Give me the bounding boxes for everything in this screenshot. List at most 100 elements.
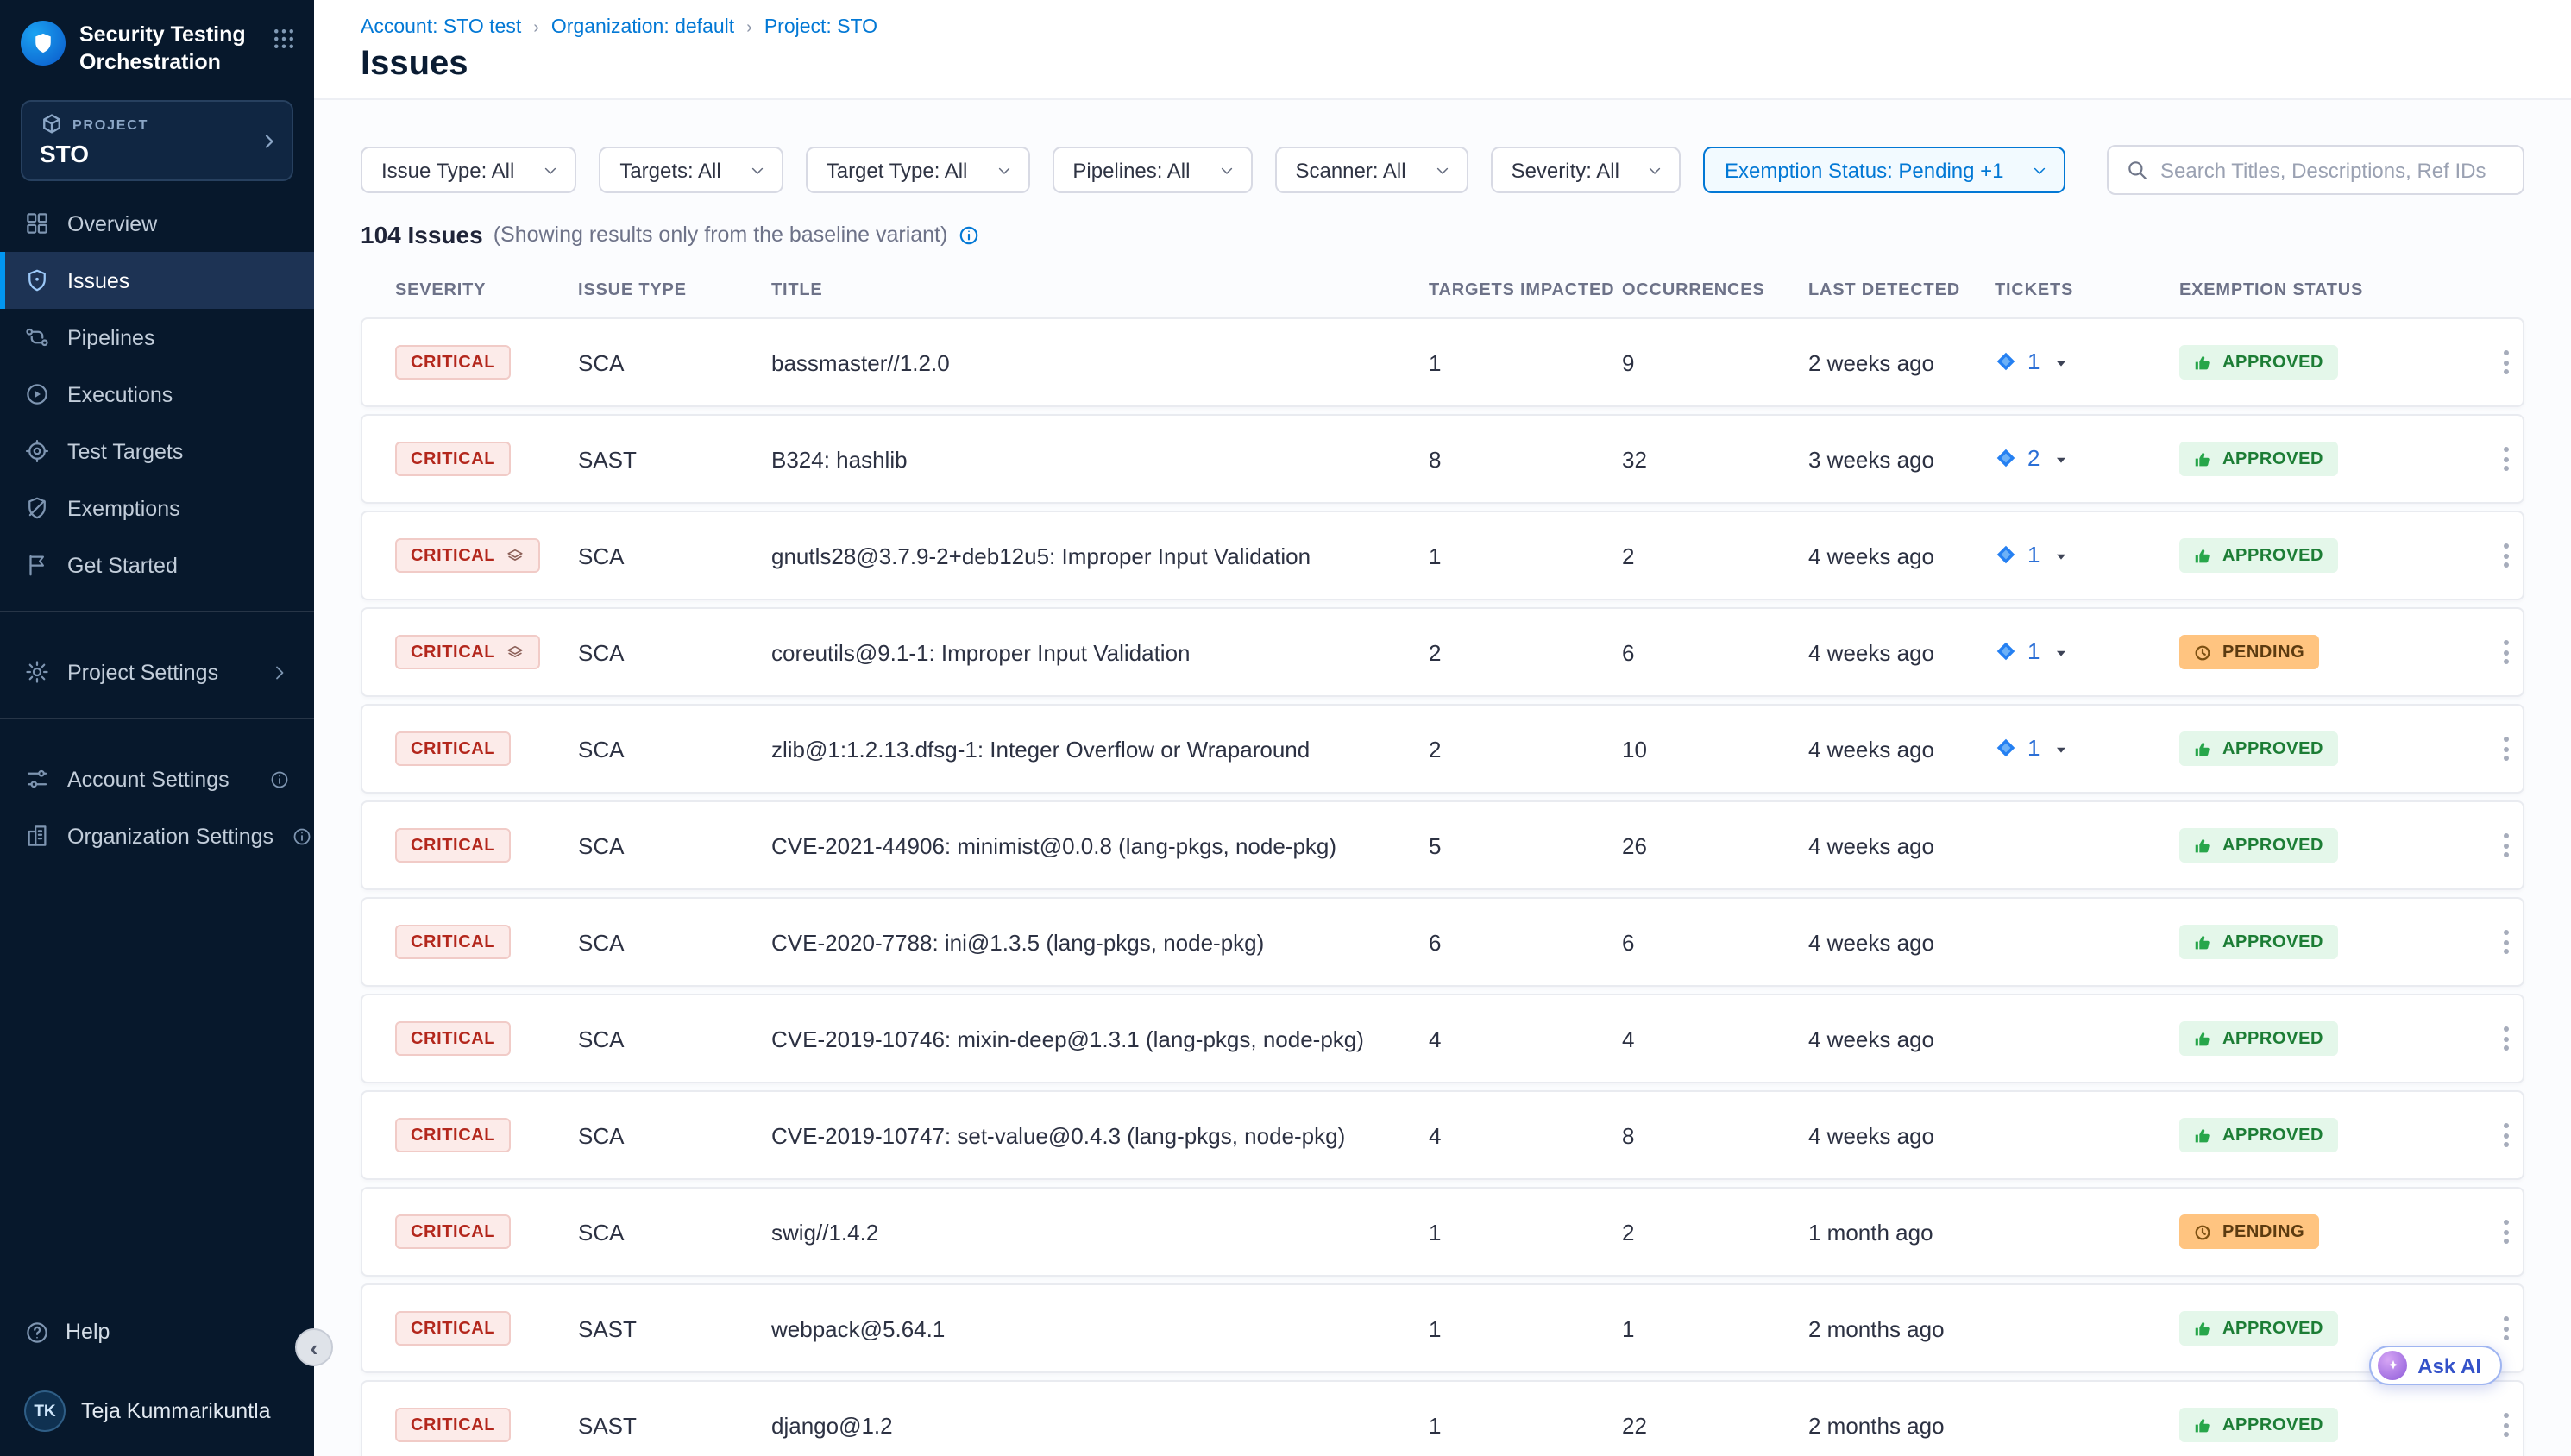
ticket-caret[interactable] bbox=[2052, 739, 2071, 758]
ticket-caret[interactable] bbox=[2052, 353, 2071, 372]
ticket-link[interactable]: 1 bbox=[1995, 734, 2040, 760]
row-menu-kebab[interactable] bbox=[2492, 1403, 2518, 1447]
breadcrumb-link-organization-default[interactable]: Organization: default bbox=[551, 17, 734, 38]
filter-targets[interactable]: Targets: All bbox=[599, 147, 783, 193]
table-row[interactable]: CRITICAL SCA CVE-2021-44906: minimist@0.… bbox=[361, 800, 2524, 890]
severity-cell: CRITICAL bbox=[395, 1214, 578, 1249]
table-row[interactable]: CRITICAL SCA CVE-2020-7788: ini@1.3.5 (l… bbox=[361, 897, 2524, 987]
ticket-link[interactable]: 1 bbox=[1995, 541, 2040, 567]
help-button[interactable]: Help bbox=[24, 1308, 290, 1356]
chevron-down-icon bbox=[1434, 161, 1451, 179]
search-input[interactable] bbox=[2160, 158, 2505, 182]
row-menu-kebab[interactable] bbox=[2492, 919, 2518, 964]
issue-title[interactable]: CVE-2021-44906: minimist@0.0.8 (lang-pkg… bbox=[771, 832, 1429, 858]
ticket-count: 1 bbox=[2027, 637, 2040, 663]
targets-impacted-cell: 1 bbox=[1429, 349, 1622, 375]
row-menu-kebab[interactable] bbox=[2492, 1306, 2518, 1351]
last-detected-cell: 1 month ago bbox=[1808, 1219, 1995, 1245]
filter-exemption-status[interactable]: Exemption Status: Pending +1 bbox=[1704, 147, 2066, 193]
row-menu-kebab[interactable] bbox=[2492, 630, 2518, 675]
row-menu-kebab[interactable] bbox=[2492, 823, 2518, 868]
get-started-icon bbox=[24, 553, 50, 579]
table-row[interactable]: CRITICAL SCA gnutls28@3.7.9-2+deb12u5: I… bbox=[361, 511, 2524, 600]
table-row[interactable]: CRITICAL SAST django@1.2 1 22 2 months a… bbox=[361, 1380, 2524, 1456]
severity-badge: CRITICAL bbox=[395, 731, 511, 766]
ticket-link[interactable]: 1 bbox=[1995, 348, 2040, 373]
table-row[interactable]: CRITICAL SAST B324: hashlib 8 32 3 weeks… bbox=[361, 414, 2524, 504]
column-header-title[interactable]: TITLE bbox=[771, 281, 1429, 300]
approved-icon bbox=[2193, 932, 2212, 951]
issue-title[interactable]: django@1.2 bbox=[771, 1412, 1429, 1438]
sidebar-item-project-settings[interactable]: Project Settings bbox=[0, 644, 314, 701]
row-menu-kebab[interactable] bbox=[2492, 726, 2518, 771]
column-header-last-detected[interactable]: LAST DETECTED bbox=[1808, 281, 1995, 300]
ticket-link[interactable]: 2 bbox=[1995, 444, 2040, 470]
actions-cell bbox=[2488, 533, 2523, 578]
row-menu-kebab[interactable] bbox=[2492, 1209, 2518, 1254]
ticket-caret[interactable] bbox=[2052, 546, 2071, 565]
table-row[interactable]: CRITICAL SAST webpack@5.64.1 1 1 2 month… bbox=[361, 1283, 2524, 1373]
issue-title[interactable]: coreutils@9.1-1: Improper Input Validati… bbox=[771, 639, 1429, 665]
row-menu-kebab[interactable] bbox=[2492, 1016, 2518, 1061]
issue-title[interactable]: webpack@5.64.1 bbox=[771, 1315, 1429, 1341]
issue-title[interactable]: CVE-2019-10747: set-value@0.4.3 (lang-pk… bbox=[771, 1122, 1429, 1148]
last-detected-cell: 3 weeks ago bbox=[1808, 446, 1995, 472]
ticket-caret[interactable] bbox=[2052, 449, 2071, 468]
pending-icon bbox=[2193, 643, 2212, 662]
issue-title[interactable]: B324: hashlib bbox=[771, 446, 1429, 472]
ask-ai-button[interactable]: Ask AI bbox=[2369, 1346, 2502, 1385]
sidebar-item-pipelines[interactable]: Pipelines bbox=[0, 310, 314, 367]
sidebar-item-organization-settings[interactable]: Organization Settings bbox=[0, 808, 314, 865]
issue-title[interactable]: CVE-2019-10746: mixin-deep@1.3.1 (lang-p… bbox=[771, 1026, 1429, 1051]
table-row[interactable]: CRITICAL SCA swig//1.4.2 1 2 1 month ago… bbox=[361, 1187, 2524, 1277]
table-row[interactable]: CRITICAL SCA CVE-2019-10747: set-value@0… bbox=[361, 1090, 2524, 1180]
exemption-cell: PENDING bbox=[2179, 635, 2488, 669]
table-row[interactable]: CRITICAL SCA zlib@1:1.2.13.dfsg-1: Integ… bbox=[361, 704, 2524, 794]
issue-title[interactable]: CVE-2020-7788: ini@1.3.5 (lang-pkgs, nod… bbox=[771, 929, 1429, 955]
issue-title[interactable]: bassmaster//1.2.0 bbox=[771, 349, 1429, 375]
user-menu[interactable]: TK Teja Kummarikuntla bbox=[24, 1387, 290, 1435]
filter-pipelines[interactable]: Pipelines: All bbox=[1052, 147, 1252, 193]
info-icon[interactable] bbox=[958, 223, 980, 246]
column-header-severity[interactable]: SEVERITY bbox=[395, 281, 578, 300]
column-header-exemption-status[interactable]: EXEMPTION STATUS bbox=[2179, 281, 2488, 300]
sidebar-item-overview[interactable]: Overview bbox=[0, 196, 314, 253]
column-header-issue-type[interactable]: ISSUE TYPE bbox=[578, 281, 771, 300]
column-header-targets-impacted[interactable]: TARGETS IMPACTED bbox=[1429, 281, 1622, 300]
ticket-link[interactable]: 1 bbox=[1995, 637, 2040, 663]
module-grid-icon[interactable] bbox=[271, 21, 297, 60]
sidebar-collapse-handle[interactable]: ‹ bbox=[295, 1328, 333, 1366]
table-row[interactable]: CRITICAL SCA coreutils@9.1-1: Improper I… bbox=[361, 607, 2524, 697]
sidebar-item-exemptions[interactable]: Exemptions bbox=[0, 480, 314, 537]
sidebar-item-account-settings[interactable]: Account Settings bbox=[0, 751, 314, 808]
sidebar-item-executions[interactable]: Executions bbox=[0, 367, 314, 424]
column-header-occurrences[interactable]: OCCURRENCES bbox=[1622, 281, 1808, 300]
occurrences-cell: 4 bbox=[1622, 1026, 1808, 1051]
table-row[interactable]: CRITICAL SCA CVE-2019-10746: mixin-deep@… bbox=[361, 994, 2524, 1083]
occurrences-cell: 9 bbox=[1622, 349, 1808, 375]
filter-issue-type[interactable]: Issue Type: All bbox=[361, 147, 576, 193]
filter-label: Exemption Status: Pending +1 bbox=[1725, 158, 2004, 182]
issue-title[interactable]: zlib@1:1.2.13.dfsg-1: Integer Overflow o… bbox=[771, 736, 1429, 762]
filter-severity[interactable]: Severity: All bbox=[1491, 147, 1682, 193]
sidebar-item-get-started[interactable]: Get Started bbox=[0, 537, 314, 594]
approved-icon bbox=[2193, 546, 2212, 565]
filter-scanner[interactable]: Scanner: All bbox=[1274, 147, 1468, 193]
column-header-tickets[interactable]: TICKETS bbox=[1995, 281, 2179, 300]
occurrences-cell: 2 bbox=[1622, 543, 1808, 568]
filter-target-type[interactable]: Target Type: All bbox=[806, 147, 1030, 193]
row-menu-kebab[interactable] bbox=[2492, 340, 2518, 385]
search-box[interactable] bbox=[2107, 145, 2524, 195]
project-selector[interactable]: PROJECT STO bbox=[21, 101, 293, 182]
breadcrumb-link-account-sto-test[interactable]: Account: STO test bbox=[361, 17, 521, 38]
row-menu-kebab[interactable] bbox=[2492, 436, 2518, 481]
issue-title[interactable]: gnutls28@3.7.9-2+deb12u5: Improper Input… bbox=[771, 543, 1429, 568]
row-menu-kebab[interactable] bbox=[2492, 533, 2518, 578]
row-menu-kebab[interactable] bbox=[2492, 1113, 2518, 1158]
ticket-caret[interactable] bbox=[2052, 643, 2071, 662]
breadcrumb-link-project-sto[interactable]: Project: STO bbox=[764, 17, 877, 38]
sidebar-item-test-targets[interactable]: Test Targets bbox=[0, 424, 314, 480]
issue-title[interactable]: swig//1.4.2 bbox=[771, 1219, 1429, 1245]
sidebar-item-issues[interactable]: Issues bbox=[0, 253, 314, 310]
table-row[interactable]: CRITICAL SCA bassmaster//1.2.0 1 9 2 wee… bbox=[361, 317, 2524, 407]
